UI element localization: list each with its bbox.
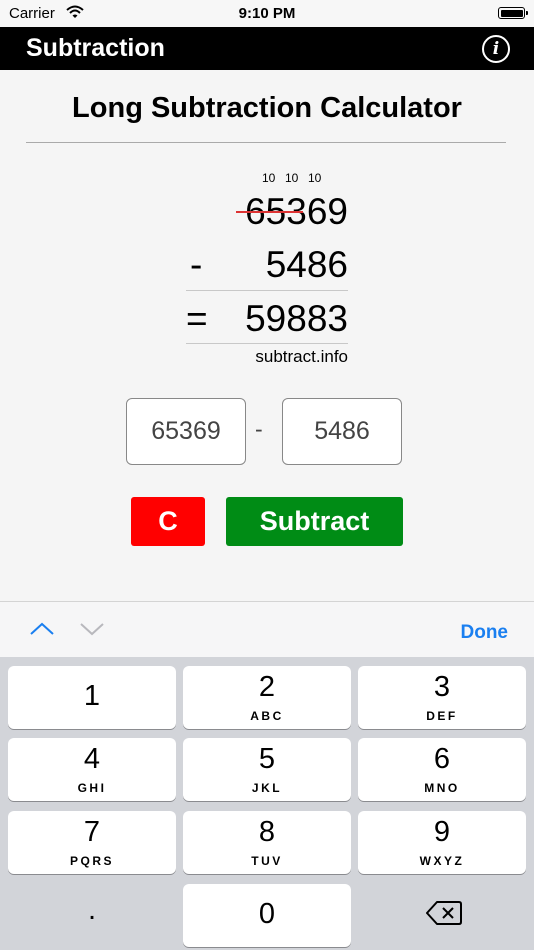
input-operator: - [255,416,263,442]
website-label: subtract.info [255,347,348,366]
nav-title: Subtraction [26,34,165,62]
borrow-strikethrough [236,211,303,213]
key-5[interactable]: 5 JKL [183,738,351,801]
subtrahend: 5486 [265,244,348,285]
equals-sign: = [186,298,208,339]
key-letters: DEF [426,709,458,723]
borrow-mark: 10 [262,171,276,185]
key-digit: 4 [83,743,101,775]
key-digit: 8 [258,816,276,848]
clear-button[interactable]: C [131,497,205,546]
key-letters: ABC [250,709,284,723]
key-digit: 0 [258,898,276,930]
key-decimal-label: . [87,894,97,926]
divider [26,142,506,143]
key-digit: 6 [433,743,451,775]
status-bar: Carrier 9:10 PM [0,0,534,27]
key-digit: 5 [258,743,276,775]
key-8[interactable]: 8 TUV [183,811,351,874]
key-letters: TUV [251,854,283,868]
nav-bar: Subtraction i [0,27,534,70]
key-letters: PQRS [69,854,114,868]
key-4[interactable]: 4 GHI [8,738,176,801]
keyboard-toolbar: Done [0,601,534,657]
page-title: Long Subtraction Calculator [72,92,462,124]
key-2[interactable]: 2 ABC [183,666,351,729]
key-3[interactable]: 3 DEF [358,666,526,729]
subtrahend-input[interactable] [282,398,402,465]
minus-sign: - [190,244,203,285]
key-letters: GHI [77,781,107,795]
chevron-down-icon[interactable] [80,622,104,641]
key-digit: 7 [83,816,101,848]
difference: 59883 [245,298,348,339]
key-1[interactable]: 1 [8,666,176,729]
key-digit: 9 [433,816,451,848]
key-6[interactable]: 6 MNO [358,738,526,801]
battery-icon [498,7,528,19]
key-digit: 2 [258,671,276,703]
result-line [186,343,348,344]
key-0[interactable]: 0 [183,884,351,947]
borrow-mark: 10 [308,171,322,185]
key-letters: MNO [424,781,460,795]
minuend-input[interactable] [126,398,246,465]
backspace-icon[interactable] [426,900,462,931]
subtract-button[interactable]: Subtract [226,497,403,546]
clock: 9:10 PM [238,5,296,22]
done-button[interactable]: Done [461,622,509,644]
key-digit: 1 [83,680,101,712]
key-decimal[interactable]: . [8,884,176,947]
borrow-mark: 10 [285,171,299,185]
key-digit: 3 [433,671,451,703]
sum-line [186,290,348,291]
key-letters: WXYZ [419,854,465,868]
key-letters: JKL [251,781,283,795]
key-9[interactable]: 9 WXYZ [358,811,526,874]
chevron-up-icon[interactable] [30,622,54,641]
key-7[interactable]: 7 PQRS [8,811,176,874]
info-icon[interactable]: i [482,35,510,63]
